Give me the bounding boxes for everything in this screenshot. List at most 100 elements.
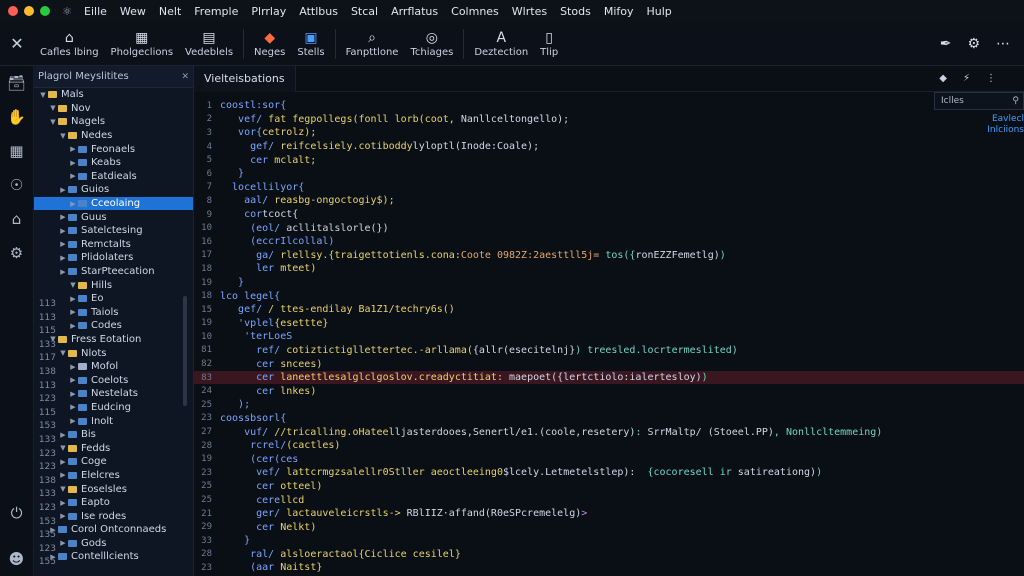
explorer-icon[interactable]: 🗃	[0, 66, 34, 100]
chevron-icon[interactable]: ▶	[68, 376, 78, 384]
tree-item[interactable]: ▶ Feonaels	[34, 142, 193, 156]
tree-item[interactable]: ▼ Nedes	[34, 129, 193, 143]
toolbar-button[interactable]: ▤ Vedeblels	[179, 22, 239, 66]
code-line[interactable]: 28 ral/ alsloeractaol{Ciclice cesilel}	[194, 548, 1024, 562]
chevron-icon[interactable]: ▼	[38, 91, 48, 99]
chevron-icon[interactable]: ▼	[58, 349, 68, 357]
tree-item[interactable]: ▼ Mals	[34, 88, 193, 102]
code-line[interactable]: 9 cor tcoct{	[194, 208, 1024, 222]
tree-item[interactable]: ▶ Guus	[34, 210, 193, 224]
chevron-icon[interactable]: ▶	[58, 499, 68, 507]
minimize-window-button[interactable]	[24, 6, 34, 16]
toolbar-button[interactable]: ◎ Tchiages	[404, 22, 459, 66]
code-area[interactable]: 1 coostl:sor{2 vef/ fat fegpollegs(fonll …	[194, 99, 1024, 576]
settings-icon[interactable]: ⚙	[967, 36, 980, 52]
chevron-icon[interactable]: ▼	[68, 281, 78, 289]
code-line[interactable]: 1 coostl:sor{	[194, 99, 1024, 113]
chevron-icon[interactable]: ▶	[68, 417, 78, 425]
chevron-icon[interactable]: ▶	[68, 363, 78, 371]
code-line[interactable]: 16 (eccrIlcollal)	[194, 235, 1024, 249]
toolbar-button[interactable]: A Deztection	[468, 22, 534, 66]
menu-item[interactable]: Stcal	[351, 5, 378, 18]
tree-item[interactable]: ▼ Nagels	[34, 115, 193, 129]
calendar-icon[interactable]: ▦	[0, 134, 34, 168]
split-icon[interactable]: ◆	[939, 73, 947, 84]
tree-item[interactable]: ▶ Eatdieals	[34, 170, 193, 184]
compass-icon[interactable]: ☉	[0, 168, 34, 202]
chevron-icon[interactable]: ▶	[58, 213, 68, 221]
overflow-icon[interactable]: ⋮	[986, 73, 996, 84]
tree-item[interactable]: ▶ StarPteecation	[34, 265, 193, 279]
code-line[interactable]: 19 'vplel {esettte}	[194, 317, 1024, 331]
code-line[interactable]: 5 cer mclalt;	[194, 153, 1024, 167]
chevron-icon[interactable]: ▶	[58, 254, 68, 262]
code-line[interactable]: 2 vef/ fat fegpollegs(fonll lorb(coot, N…	[194, 113, 1024, 127]
code-line[interactable]: 6 }	[194, 167, 1024, 181]
code-line[interactable]: 23 coossbsorl{	[194, 412, 1024, 426]
brush-icon[interactable]: ✒	[940, 36, 952, 52]
code-line[interactable]: 21 ger/ lactauveleicrstls-> RBlIIZ·affan…	[194, 507, 1024, 521]
code-line[interactable]: 10 'terLoeS	[194, 330, 1024, 344]
chevron-icon[interactable]: ▶	[68, 295, 78, 303]
toolbar-button[interactable]: ⌕ Fanpttlone	[340, 22, 405, 66]
tree-item[interactable]: ▶ Guios	[34, 183, 193, 197]
tree-item[interactable]: ▶ Remctalts	[34, 238, 193, 252]
chevron-icon[interactable]: ▶	[58, 539, 68, 547]
tree-item[interactable]: ▶ Plidolaters	[34, 251, 193, 265]
menu-item[interactable]: Eille	[84, 5, 107, 18]
menu-item[interactable]: Nelt	[159, 5, 181, 18]
menu-item[interactable]: Stods	[560, 5, 591, 18]
code-line[interactable]: 33 }	[194, 534, 1024, 548]
chevron-icon[interactable]: ▶	[58, 458, 68, 466]
chevron-icon[interactable]: ▼	[48, 104, 58, 112]
hand-icon[interactable]: ✋	[0, 100, 34, 134]
account-icon[interactable]: ☻	[0, 542, 34, 576]
code-line[interactable]: 27 vuf/ //tricalling.oHateel ljasterdooes…	[194, 425, 1024, 439]
menu-item[interactable]: Attlbus	[299, 5, 338, 18]
code-line[interactable]: 25 );	[194, 398, 1024, 412]
code-line[interactable]: 25 cer otteel)	[194, 480, 1024, 494]
code-line[interactable]: 7 locellilyor{	[194, 181, 1024, 195]
chevron-icon[interactable]: ▶	[58, 240, 68, 248]
tree-item[interactable]: ▶ Keabs	[34, 156, 193, 170]
toolbar-button[interactable]: ⌂ Cafles lbing	[34, 22, 105, 66]
menu-item[interactable]: Hulp	[647, 5, 672, 18]
menu-item[interactable]: Colmnes	[451, 5, 499, 18]
toolbar-button[interactable]: ▦ Pholgeclions	[105, 22, 180, 66]
chevron-icon[interactable]: ▶	[58, 512, 68, 520]
close-window-button[interactable]	[8, 6, 18, 16]
code-line[interactable]: 8 aal/ reasbg-ongoctogiy$);	[194, 194, 1024, 208]
chevron-icon[interactable]: ▶	[58, 227, 68, 235]
tab-active-file[interactable]: Vielteisbations	[194, 65, 296, 92]
toolbar-button[interactable]: ◆ Neges	[248, 22, 291, 66]
code-line[interactable]: 15 gef/ / ttes-endilay Ba1Z1/techry6s()	[194, 303, 1024, 317]
toolbar-button[interactable]: ▯ Tlip	[534, 22, 564, 66]
menu-item[interactable]: Arrflatus	[391, 5, 438, 18]
menu-item[interactable]: Wew	[120, 5, 146, 18]
code-line[interactable]: 23 (aar Naitst}	[194, 561, 1024, 575]
code-line[interactable]: 19 (cer(ces	[194, 452, 1024, 466]
chevron-icon[interactable]: ▼	[58, 132, 68, 140]
chevron-icon[interactable]: ▶	[68, 322, 78, 330]
chevron-icon[interactable]: ▼	[58, 444, 68, 452]
chevron-icon[interactable]: ▶	[58, 471, 68, 479]
chevron-icon[interactable]: ▶	[58, 268, 68, 276]
menu-item[interactable]: Wlrtes	[512, 5, 547, 18]
code-line[interactable]: 24 cer lnkes)	[194, 384, 1024, 398]
chevron-icon[interactable]: ▶	[68, 308, 78, 316]
code-line[interactable]: 17 ga/ rlellsy.{traigettotienls.cona: Coo…	[194, 249, 1024, 263]
code-line[interactable]: 28 rcrel/(cactles)	[194, 439, 1024, 453]
collapse-icon[interactable]: ✕	[181, 72, 189, 82]
code-line[interactable]: 4 gef/ reifcelsiely.cotiboddy lyloptl(Ino…	[194, 140, 1024, 154]
zoom-window-button[interactable]	[40, 6, 50, 16]
tree-item[interactable]: ▼ Hills	[34, 278, 193, 292]
code-line[interactable]: 19 }	[194, 276, 1024, 290]
code-line[interactable]: 29 cer Nelkt)	[194, 520, 1024, 534]
app-menu-icon[interactable]: ⚛	[60, 5, 74, 18]
code-line[interactable]: 3 vor{cetrolz);	[194, 126, 1024, 140]
chevron-icon[interactable]: ▶	[58, 431, 68, 439]
menu-item[interactable]: Fremple	[194, 5, 238, 18]
chevron-icon[interactable]: ▶	[68, 403, 78, 411]
home-icon[interactable]: ⌂	[0, 202, 34, 236]
extensions-icon[interactable]: ⚙	[0, 236, 34, 270]
